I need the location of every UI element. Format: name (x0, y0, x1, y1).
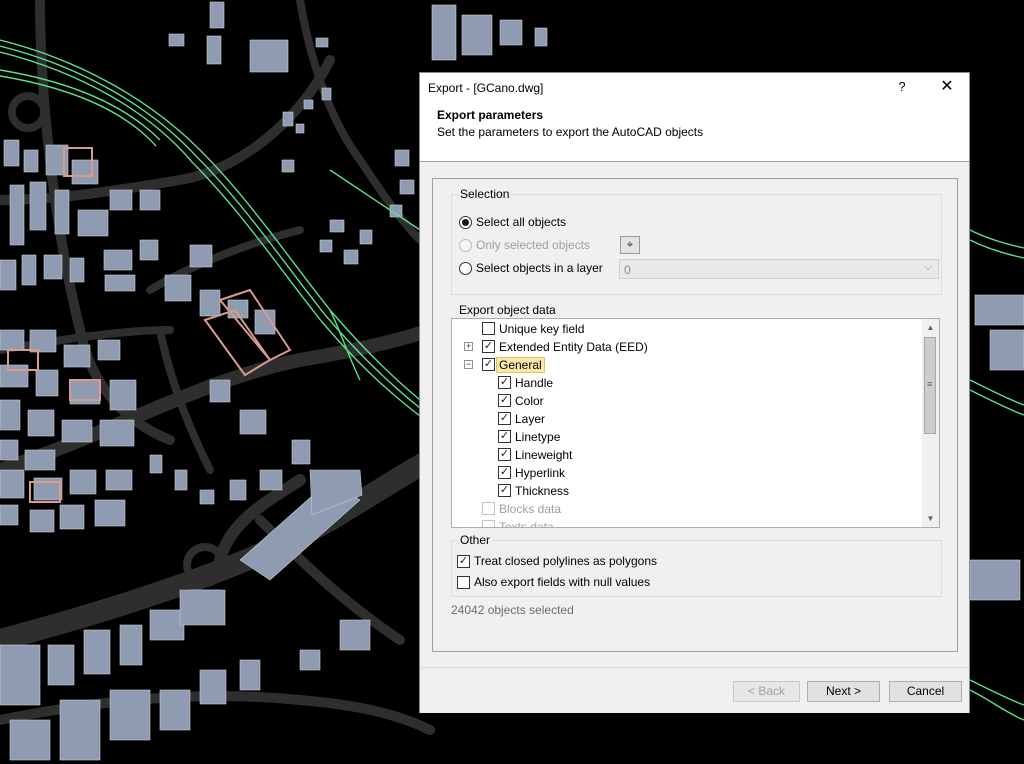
cancel-button[interactable]: Cancel (889, 681, 962, 702)
tree-item[interactable]: Unique key field (452, 320, 922, 338)
export-data-tree[interactable]: Unique key field + ✓ Extended Entity Dat… (451, 318, 940, 528)
tree-item-label: Blocks data (499, 502, 562, 516)
help-button[interactable]: ? (892, 76, 912, 98)
tree-item-label: Texts data (499, 520, 554, 528)
header-subtitle: Set the parameters to export the AutoCAD… (437, 125, 704, 139)
selection-group: Selection Select all objects Only select… (451, 187, 942, 295)
dialog-header: Export parameters Set the parameters to … (420, 103, 969, 162)
chevron-down-icon: ⌵ (924, 262, 932, 273)
tree-item[interactable]: + ✓ Extended Entity Data (EED) (452, 338, 922, 356)
hyperlink-checkbox[interactable]: ✓ (498, 466, 511, 479)
export-dialog: Export - [GCano.dwg] ? ✕ Export paramete… (419, 72, 970, 713)
other-group: Other ✓ Treat closed polylines as polygo… (451, 533, 942, 597)
tree-item[interactable]: Blocks data (452, 500, 922, 518)
texts-data-checkbox[interactable] (482, 520, 495, 527)
scroll-down-arrow-icon[interactable]: ▼ (922, 510, 939, 527)
select-all-radio[interactable] (459, 216, 472, 229)
tree-item-label: Extended Entity Data (EED) (499, 340, 648, 354)
back-button[interactable]: < Back (733, 681, 800, 702)
tree-item-label: Hyperlink (515, 466, 566, 480)
color-checkbox[interactable]: ✓ (498, 394, 511, 407)
objects-selected-status: 24042 objects selected (451, 603, 574, 617)
layer-dropdown[interactable]: 0 ⌵ (619, 259, 939, 279)
closed-polylines-label[interactable]: Treat closed polylines as polygons (474, 554, 657, 568)
select-all-label[interactable]: Select all objects (476, 215, 566, 229)
tree-item[interactable]: ✓ Color (452, 392, 922, 410)
null-values-checkbox[interactable] (457, 576, 470, 589)
thickness-checkbox[interactable]: ✓ (498, 484, 511, 497)
dialog-footer: < Back Next > Cancel (420, 667, 969, 713)
selection-group-label: Selection (458, 187, 512, 201)
only-selected-radio[interactable] (459, 239, 472, 252)
lineweight-checkbox[interactable]: ✓ (498, 448, 511, 461)
tree-item-label: Layer (515, 412, 546, 426)
linetype-checkbox[interactable]: ✓ (498, 430, 511, 443)
handle-checkbox[interactable]: ✓ (498, 376, 511, 389)
export-data-group-label: Export object data (457, 303, 558, 317)
other-group-label: Other (458, 533, 493, 547)
pick-objects-button[interactable]: ⌖ (620, 236, 640, 254)
tree-item-label: Thickness (515, 484, 570, 498)
scrollbar-thumb[interactable]: ≡ (924, 337, 936, 434)
collapse-minus-icon[interactable]: − (464, 360, 473, 369)
layer-checkbox[interactable]: ✓ (498, 412, 511, 425)
parameters-panel: Selection Select all objects Only select… (432, 178, 958, 652)
tree-scrollbar[interactable]: ▲ ≡ ▼ (922, 319, 939, 527)
tree-item[interactable]: ✓ Linetype (452, 428, 922, 446)
dialog-title: Export - [GCano.dwg] (428, 81, 544, 95)
layer-radio[interactable] (459, 262, 472, 275)
general-checkbox[interactable]: ✓ (482, 358, 495, 371)
layer-dropdown-value: 0 (624, 263, 631, 277)
tree-item-label: Handle (515, 376, 554, 390)
grip-icon: ≡ (927, 379, 933, 389)
next-button[interactable]: Next > (807, 681, 880, 702)
closed-polylines-checkbox[interactable]: ✓ (457, 555, 470, 568)
tree-item-label: General (496, 357, 545, 373)
blocks-data-checkbox[interactable] (482, 502, 495, 515)
dialog-titlebar: Export - [GCano.dwg] ? ✕ (420, 73, 969, 103)
layer-label[interactable]: Select objects in a layer (476, 261, 603, 275)
tree-item[interactable]: ✓ Thickness (452, 482, 922, 500)
tree-item[interactable]: ✓ Hyperlink (452, 464, 922, 482)
tree-item-label: Color (515, 394, 544, 408)
tree-item[interactable]: ✓ Lineweight (452, 446, 922, 464)
header-title: Export parameters (437, 108, 544, 122)
expand-plus-icon[interactable]: + (464, 342, 473, 351)
tree-item[interactable]: ✓ Handle (452, 374, 922, 392)
tree-item-label: Lineweight (515, 448, 573, 462)
tree-item[interactable]: − ✓ General (452, 356, 922, 374)
tree-item-label: Unique key field (499, 322, 585, 336)
close-button[interactable]: ✕ (934, 76, 960, 98)
eed-checkbox[interactable]: ✓ (482, 340, 495, 353)
tree-item[interactable]: ✓ Layer (452, 410, 922, 428)
only-selected-label[interactable]: Only selected objects (476, 238, 590, 252)
tree-item[interactable]: Texts data (452, 518, 922, 528)
unique-key-checkbox[interactable] (482, 322, 495, 335)
tree-item-label: Linetype (515, 430, 561, 444)
scroll-up-arrow-icon[interactable]: ▲ (922, 319, 939, 336)
cursor-select-icon: ⌖ (626, 239, 634, 251)
null-values-label[interactable]: Also export fields with null values (474, 575, 650, 589)
